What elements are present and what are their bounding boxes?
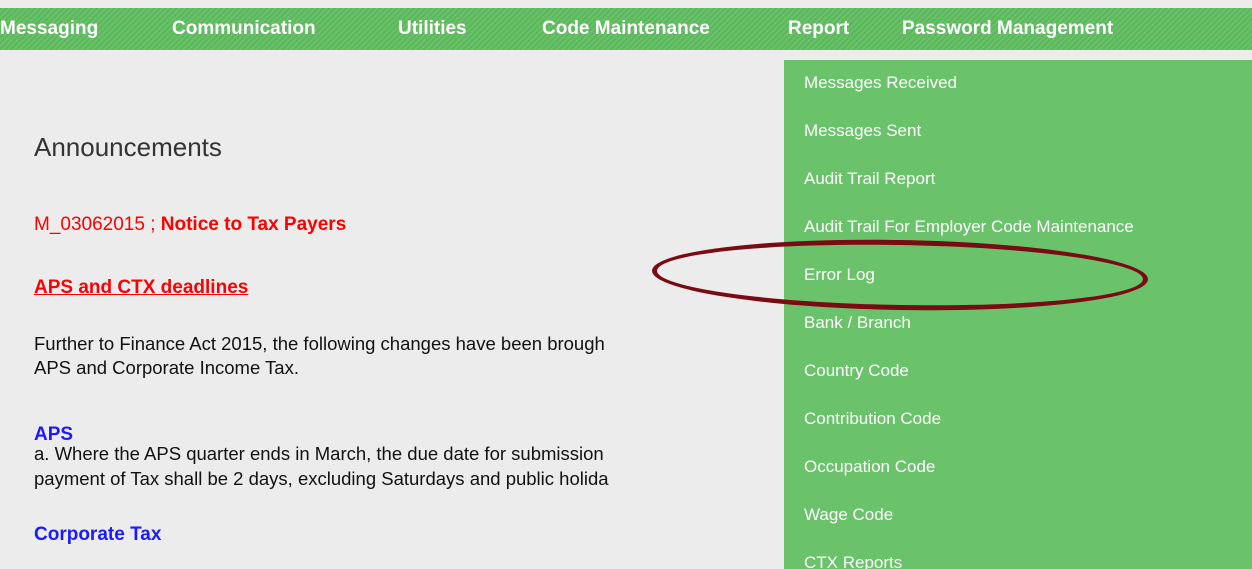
aps-line-2: payment of Tax shall be 2 days, excludin… [34,468,609,489]
menu-item-messages-sent[interactable]: Messages Sent [804,116,921,146]
aps-line-1: a. Where the APS quarter ends in March, … [34,443,604,464]
menu-item-audit-trail-employer[interactable]: Audit Trail For Employer Code Maintenanc… [804,212,1134,242]
intro-line-1: Further to Finance Act 2015, the followi… [34,333,605,354]
notice-id: M_03062015 ; [34,214,161,235]
nav-code-maintenance[interactable]: Code Maintenance [542,8,710,50]
menu-item-error-log[interactable]: Error Log [804,260,875,290]
menu-item-bank-branch[interactable]: Bank / Branch [804,308,911,338]
menu-item-audit-trail-report[interactable]: Audit Trail Report [804,164,935,194]
nav-messaging[interactable]: Messaging [0,8,98,50]
nav-report[interactable]: Report [788,8,849,50]
nav-utilities[interactable]: Utilities [398,8,467,50]
main-nav: Messaging Communication Utilities Code M… [0,8,1252,50]
nav-communication[interactable]: Communication [172,8,316,50]
menu-item-messages-received[interactable]: Messages Received [804,68,957,98]
menu-item-country-code[interactable]: Country Code [804,356,909,386]
report-dropdown-menu: Messages Received Messages Sent Audit Tr… [784,60,1252,569]
notice-line: M_03062015 ; Notice to Tax Payers [34,214,346,236]
page-title: Announcements [34,132,222,162]
corporate-tax-heading: Corporate Tax [34,524,162,545]
menu-item-contribution-code[interactable]: Contribution Code [804,404,941,434]
aps-ctx-deadlines-link[interactable]: APS and CTX deadlines [34,277,248,299]
menu-item-wage-code[interactable]: Wage Code [804,500,893,530]
menu-item-occupation-code[interactable]: Occupation Code [804,452,935,482]
nav-password-management[interactable]: Password Management [902,8,1113,50]
notice-title: Notice to Tax Payers [160,214,347,235]
intro-line-2: APS and Corporate Income Tax. [34,357,299,378]
menu-item-ctx-reports[interactable]: CTX Reports [804,548,902,569]
top-bar: Messaging Communication Utilities Code M… [0,0,1252,60]
